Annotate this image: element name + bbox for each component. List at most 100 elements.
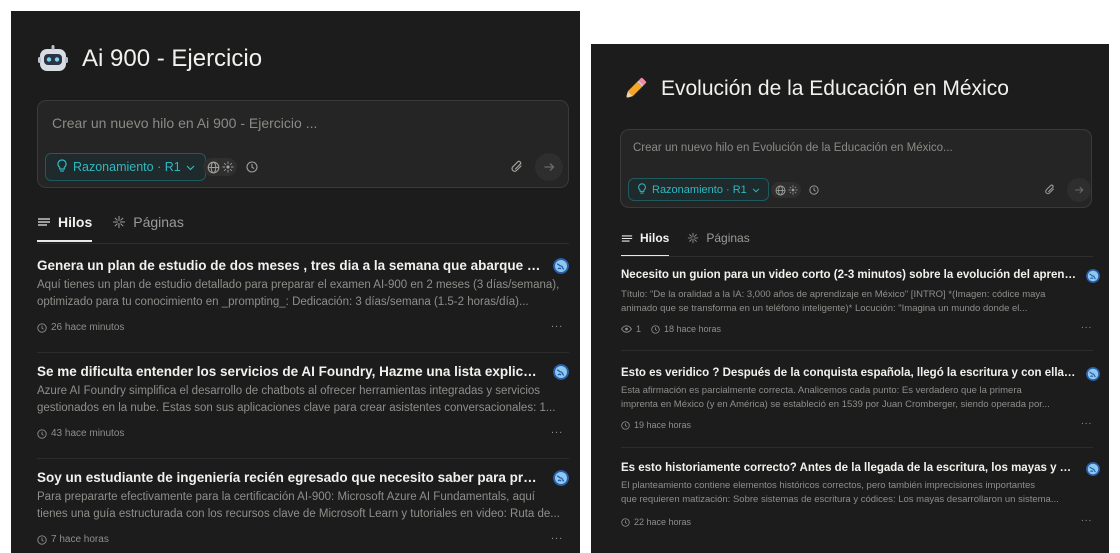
thread-menu-button[interactable]: ...: [551, 318, 563, 330]
thread-meta: 1 18 hace horas: [621, 324, 721, 334]
thread-item[interactable]: Es esto historiamente correcto? Antes de…: [621, 462, 1100, 532]
thread-time: 43 hace minutos: [51, 428, 125, 439]
globe-icon[interactable]: [203, 158, 237, 176]
lightbulb-icon: [56, 159, 68, 175]
space-tabs: Hilos Páginas: [37, 214, 204, 242]
clock-icon[interactable]: [246, 161, 258, 173]
composer-placeholder[interactable]: Crear un nuevo hilo en Ai 900 - Ejercici…: [52, 115, 317, 131]
send-button[interactable]: [535, 153, 563, 181]
thread-snippet: El planteamiento contiene elementos hist…: [621, 480, 1059, 505]
space-title: Evolución de la Educación en México: [661, 77, 1009, 100]
thread-title[interactable]: Es esto historiamente correcto? Antes de…: [621, 462, 1076, 474]
mode-label: Razonamiento · R1: [73, 160, 181, 174]
lines-icon: [38, 218, 50, 226]
globe-avatar-icon: [1086, 269, 1100, 283]
thread-divider: [37, 458, 569, 459]
thread-snippet: Para prepararte efectivamente para la ce…: [37, 491, 560, 520]
tab-label: Hilos: [58, 214, 93, 230]
thread-time: 22 hace horas: [634, 517, 692, 527]
robot-icon: [38, 44, 68, 74]
chevron-down-icon: [752, 184, 760, 196]
sparkle-icon: [787, 185, 798, 195]
space-panel-ai900: Ai 900 - Ejercicio Crear un nuevo hilo e…: [11, 11, 580, 553]
tabs-divider: [621, 256, 1093, 257]
thread-menu-button[interactable]: ...: [551, 424, 563, 436]
thread-menu-button[interactable]: ...: [1081, 416, 1092, 427]
thread-divider: [621, 447, 1093, 448]
sparkle-icon: [222, 161, 233, 173]
globe-icon[interactable]: [771, 182, 801, 198]
thread-item[interactable]: Genera un plan de estudio de dos meses ,…: [37, 258, 569, 348]
thread-divider: [37, 352, 569, 353]
thread-title[interactable]: Esto es veridico ? Después de la conquis…: [621, 367, 1076, 379]
clock-icon: [621, 517, 630, 527]
thread-divider: [621, 350, 1093, 351]
thread-item[interactable]: Necesito un guion para un video corto (2…: [621, 269, 1100, 349]
thread-meta: 22 hace horas: [621, 517, 691, 527]
clock-icon: [37, 322, 47, 333]
eye-icon: [621, 325, 632, 333]
composer-tools: [203, 158, 258, 176]
thread-menu-button[interactable]: ...: [1081, 320, 1092, 331]
thread-title[interactable]: Soy un estudiante de ingeniería recién e…: [37, 470, 542, 485]
thread-meta: 26 hace minutos: [37, 322, 124, 333]
thread-snippet: Azure AI Foundry simplifica el desarroll…: [37, 385, 556, 414]
clock-icon: [621, 420, 630, 430]
space-tabs: Hilos Páginas: [621, 231, 768, 257]
chevron-down-icon: [186, 160, 195, 174]
send-button[interactable]: [1067, 178, 1091, 202]
tab-threads[interactable]: Hilos: [621, 231, 670, 257]
mode-label: Razonamiento · R1: [652, 183, 747, 196]
new-thread-composer[interactable]: Crear un nuevo hilo en Ai 900 - Ejercici…: [37, 100, 569, 188]
thread-time: 26 hace minutos: [51, 322, 125, 333]
thread-item[interactable]: Se me dificulta entender los servicios d…: [37, 364, 569, 454]
arrow-right-icon: [544, 163, 555, 171]
new-thread-composer[interactable]: Crear un nuevo hilo en Evolución de la E…: [620, 129, 1092, 208]
tabs-divider: [37, 243, 569, 244]
reasoning-mode-selector[interactable]: Razonamiento · R1: [45, 153, 206, 181]
globe-avatar-icon: [553, 258, 569, 274]
thread-title[interactable]: Genera un plan de estudio de dos meses ,…: [37, 258, 542, 273]
sparkle-icon: [688, 232, 699, 244]
thread-snippet: Título: "De la oralidad a la IA: 3,000 a…: [621, 289, 1046, 314]
tab-pages[interactable]: Páginas: [687, 231, 750, 245]
lightbulb-icon: [637, 182, 647, 197]
space-title: Ai 900 - Ejercicio: [82, 45, 263, 72]
clock-icon: [37, 428, 47, 439]
space-header: Evolución de la Educación en México: [621, 75, 1009, 103]
clock-icon: [37, 534, 47, 545]
thread-snippet: Esta afirmación es parcialmente correcta…: [621, 385, 1050, 410]
thread-time: 7 hace horas: [51, 534, 109, 545]
globe-avatar-icon: [553, 364, 569, 380]
thread-views: 1: [636, 324, 642, 334]
globe-avatar-icon: [553, 470, 569, 486]
thread-meta: 7 hace horas: [37, 534, 109, 545]
paperclip-icon[interactable]: [1044, 183, 1056, 201]
globe-avatar-icon: [1086, 367, 1100, 381]
composer-placeholder[interactable]: Crear un nuevo hilo en Evolución de la E…: [633, 142, 953, 154]
tab-label: Páginas: [706, 231, 750, 245]
tab-label: Páginas: [133, 214, 184, 230]
thread-meta: 19 hace horas: [621, 420, 691, 430]
thread-title[interactable]: Necesito un guion para un video corto (2…: [621, 269, 1076, 281]
space-header: Ai 900 - Ejercicio: [38, 44, 262, 74]
thread-snippet: Aquí tienes un plan de estudio detallado…: [37, 279, 560, 308]
thread-time: 18 hace horas: [664, 324, 722, 334]
tab-threads[interactable]: Hilos: [37, 214, 93, 242]
tab-pages[interactable]: Páginas: [112, 214, 184, 230]
reasoning-mode-selector[interactable]: Razonamiento · R1: [628, 178, 769, 201]
arrow-right-icon: [1075, 186, 1084, 194]
space-panel-educacion: Evolución de la Educación en México Crea…: [591, 44, 1109, 553]
thread-menu-button[interactable]: ...: [551, 530, 563, 542]
pencil-icon: [621, 75, 649, 103]
thread-menu-button[interactable]: ...: [1081, 513, 1092, 524]
thread-meta: 43 hace minutos: [37, 428, 124, 439]
thread-item[interactable]: Esto es veridico ? Después de la conquis…: [621, 367, 1100, 437]
globe-avatar-icon: [1086, 462, 1100, 476]
sparkle-icon: [113, 216, 126, 228]
thread-title[interactable]: Se me dificulta entender los servicios d…: [37, 364, 542, 379]
paperclip-icon[interactable]: [510, 159, 524, 179]
thread-item[interactable]: Soy un estudiante de ingeniería recién e…: [37, 470, 569, 553]
clock-icon[interactable]: [809, 185, 819, 195]
composer-tools: [771, 182, 819, 198]
